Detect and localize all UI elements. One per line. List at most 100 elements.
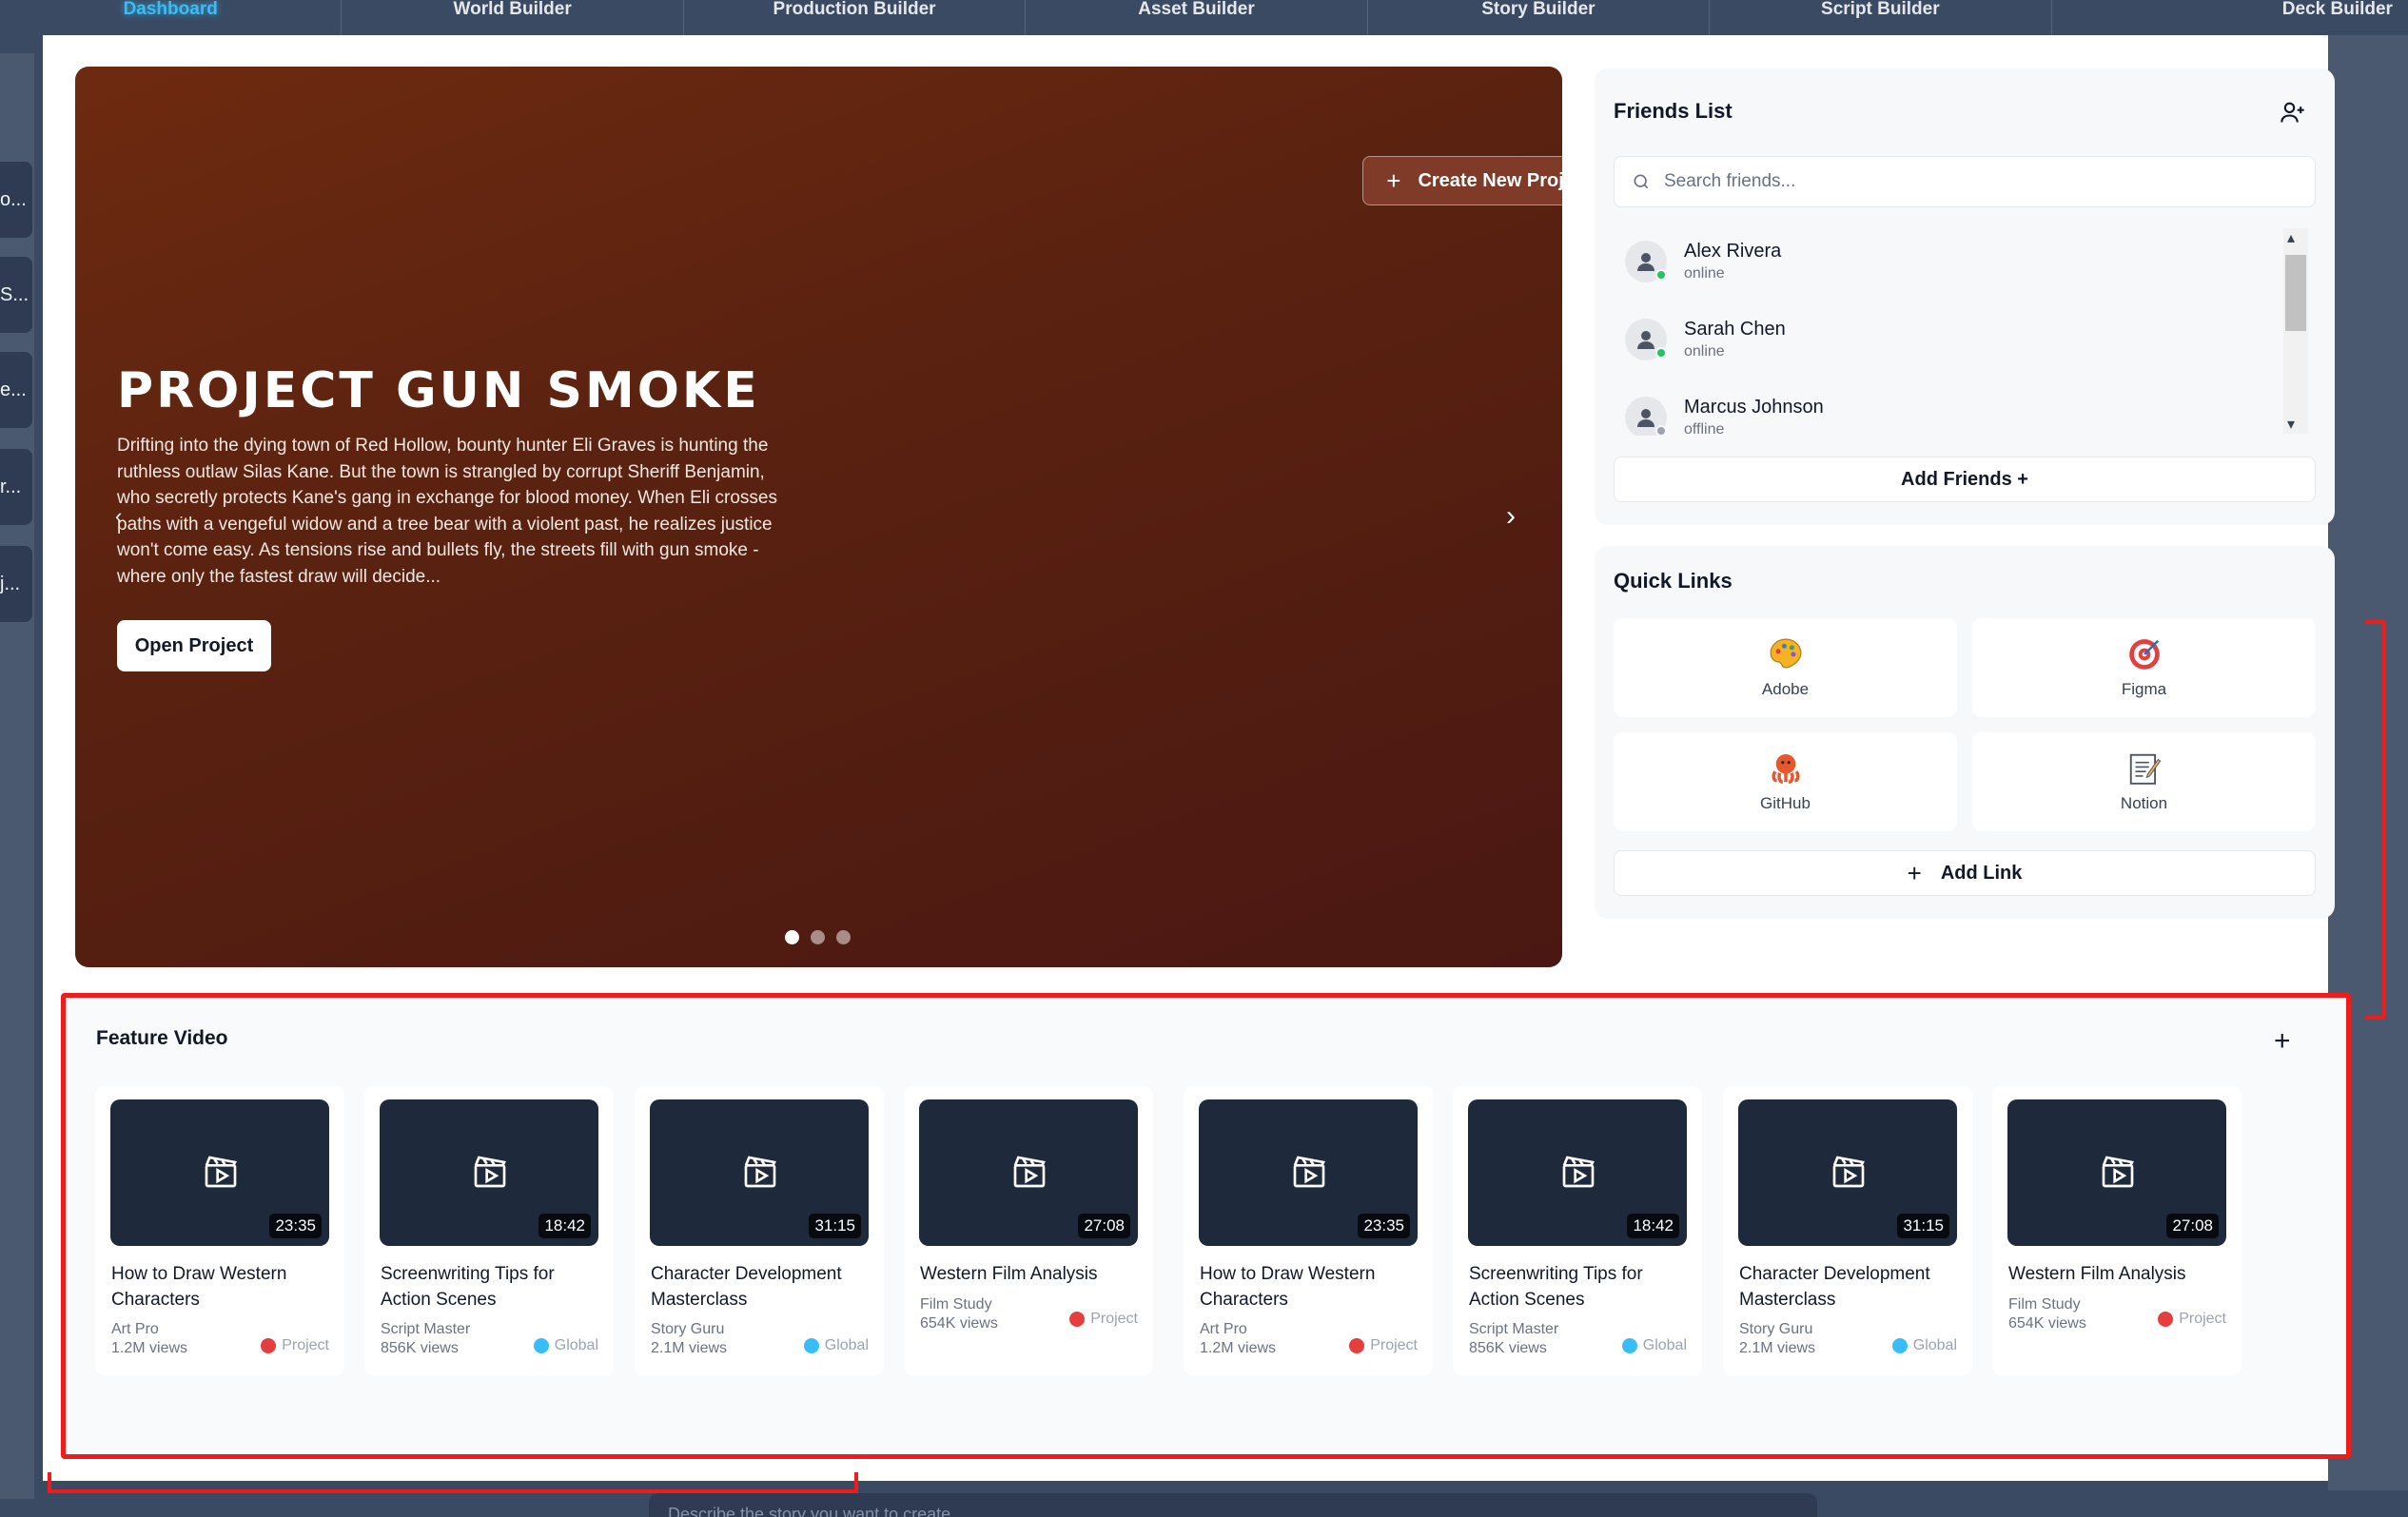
video-author: Story Guru <box>651 1321 725 1337</box>
tab-dashboard[interactable]: Dashboard <box>0 0 343 35</box>
video-duration: 27:08 <box>1078 1214 1130 1238</box>
quick-link-label: Figma <box>2121 680 2167 698</box>
clapperboard-icon <box>1562 1156 1595 1188</box>
video-card[interactable]: 27:08 Western Film Analysis Film Study 654K… <box>1992 1086 2242 1375</box>
scroll-thumb[interactable] <box>2285 255 2306 331</box>
video-card[interactable]: 18:42 Screenwriting Tips for Action Scene… <box>1453 1086 1702 1375</box>
add-friends-button[interactable]: Add Friends + <box>1614 457 2316 502</box>
video-thumbnail[interactable]: 31:15 <box>1738 1099 1957 1246</box>
friends-card: Friends List Alex Rivera online Sa <box>1595 68 2335 525</box>
clapperboard-icon <box>474 1156 506 1188</box>
plus-icon: + <box>1907 858 1922 887</box>
video-tag-label: Project <box>2179 1311 2226 1327</box>
video-author: Art Pro <box>1200 1321 1247 1337</box>
target-icon <box>1349 1338 1365 1353</box>
offline-status-dot <box>1655 425 1667 436</box>
sidebar-item-4[interactable]: r... <box>0 449 32 525</box>
video-thumbnail[interactable]: 18:42 <box>380 1099 598 1246</box>
video-tag-label: Project <box>1090 1311 1138 1327</box>
highlight-outline <box>48 1472 858 1493</box>
friends-title: Friends List <box>1614 99 1733 123</box>
carousel-dot-2[interactable] <box>811 930 825 944</box>
video-thumbnail[interactable]: 23:35 <box>1199 1099 1418 1246</box>
video-thumbnail[interactable]: 31:15 <box>650 1099 869 1246</box>
user-icon <box>1637 331 1654 349</box>
friend-name: Alex Rivera <box>1684 241 1782 262</box>
friend-list: Alex Rivera online Sarah Chen online Mar… <box>1614 228 2316 436</box>
video-title[interactable]: Character Development Masterclass <box>1739 1261 1958 1313</box>
carousel-dot-1[interactable] <box>785 930 799 944</box>
sidebar-item-3[interactable]: e... <box>0 352 32 428</box>
scroll-down-icon[interactable]: ▾ <box>2287 415 2295 434</box>
video-author: Story Guru <box>1739 1321 1813 1337</box>
video-thumbnail[interactable]: 23:35 <box>110 1099 329 1246</box>
video-title[interactable]: Western Film Analysis <box>920 1261 1139 1287</box>
globe-icon <box>1621 1338 1637 1353</box>
chevron-left-icon[interactable]: ‹ <box>115 504 122 529</box>
video-card[interactable]: 27:08 Western Film Analysis Film Study 654K… <box>904 1086 1153 1375</box>
video-duration: 31:15 <box>809 1214 861 1238</box>
friend-item[interactable]: Marcus Johnson offline <box>1625 389 2196 436</box>
sidebar-item-1[interactable]: o... <box>0 162 32 238</box>
video-card[interactable]: 23:35 How to Draw Western Characters Art P… <box>95 1086 344 1375</box>
scroll-up-icon[interactable]: ▴ <box>2287 228 2295 247</box>
video-duration: 18:42 <box>538 1214 591 1238</box>
tab-script-builder[interactable]: Script Builder <box>1710 0 2052 35</box>
video-views: 1.2M views <box>1200 1340 1277 1356</box>
video-title[interactable]: Screenwriting Tips for Action Scenes <box>381 1261 599 1313</box>
video-card[interactable]: 18:42 Screenwriting Tips for Action Scene… <box>364 1086 614 1375</box>
video-title[interactable]: How to Draw Western Characters <box>1200 1261 1419 1313</box>
video-thumbnail[interactable]: 27:08 <box>2007 1099 2226 1246</box>
tab-production-builder[interactable]: Production Builder <box>684 0 1027 35</box>
carousel-dot-3[interactable] <box>836 930 851 944</box>
friend-name: Sarah Chen <box>1684 319 1786 340</box>
target-icon <box>2158 1312 2174 1327</box>
video-card[interactable]: 31:15 Character Development Masterclass St… <box>635 1086 884 1375</box>
tab-story-builder[interactable]: Story Builder <box>1368 0 1711 35</box>
clapperboard-icon <box>1832 1156 1865 1188</box>
sidebar-item-2[interactable]: S... <box>0 257 32 333</box>
tab-deck-builder[interactable]: Deck Builder <box>2052 0 2408 35</box>
video-views: 654K views <box>2008 1315 2086 1332</box>
online-status-dot <box>1655 347 1667 359</box>
add-link-button[interactable]: + Add Link <box>1614 850 2316 896</box>
video-title[interactable]: Western Film Analysis <box>2008 1261 2227 1287</box>
quick-link-github[interactable]: GitHub <box>1614 732 1957 831</box>
search-friends-input[interactable] <box>1664 171 2273 192</box>
tab-world-builder[interactable]: World Builder <box>342 0 684 35</box>
video-card[interactable]: 31:15 Character Development Masterclass St… <box>1723 1086 1972 1375</box>
open-project-button[interactable]: Open Project <box>117 620 271 671</box>
quick-link-label: Notion <box>2120 794 2168 812</box>
search-friends[interactable] <box>1614 156 2316 207</box>
video-views: 654K views <box>920 1315 998 1332</box>
clapperboard-icon <box>744 1156 776 1188</box>
friends-scrollbar[interactable]: ▴ ▾ <box>2283 228 2308 434</box>
video-duration: 23:35 <box>269 1214 322 1238</box>
chevron-right-icon[interactable]: › <box>1506 500 1516 533</box>
quick-link-adobe[interactable]: Adobe <box>1614 618 1957 717</box>
video-title[interactable]: Character Development Masterclass <box>651 1261 870 1313</box>
friend-status: online <box>1684 343 1725 360</box>
video-card[interactable]: 23:35 How to Draw Western Characters Art P… <box>1184 1086 1433 1375</box>
avatar <box>1625 319 1667 360</box>
quick-link-label: GitHub <box>1760 794 1811 812</box>
create-project-button[interactable]: + Create New Project <box>1362 156 1562 205</box>
create-project-label: Create New Project <box>1418 169 1562 191</box>
feature-video-title: Feature Video <box>96 1027 228 1049</box>
video-thumbnail[interactable]: 27:08 <box>919 1099 1138 1246</box>
quick-link-notion[interactable]: Notion <box>1972 732 2316 831</box>
video-thumbnail[interactable]: 18:42 <box>1468 1099 1687 1246</box>
friend-item[interactable]: Sarah Chen online <box>1625 311 2196 368</box>
add-video-icon[interactable]: + <box>2274 1025 2291 1058</box>
add-friend-icon[interactable] <box>2280 99 2306 126</box>
video-title[interactable]: How to Draw Western Characters <box>111 1261 330 1313</box>
quick-link-figma[interactable]: Figma <box>1972 618 2316 717</box>
video-title[interactable]: Screenwriting Tips for Action Scenes <box>1469 1261 1688 1313</box>
add-link-label: Add Link <box>1940 862 2023 884</box>
tab-asset-builder[interactable]: Asset Builder <box>1026 0 1368 35</box>
story-prompt-input[interactable]: Describe the story you want to create... <box>649 1493 1817 1517</box>
hero-carousel: + Create New Project PROJECT GUN SMOKE D… <box>75 67 1562 967</box>
friend-item[interactable]: Alex Rivera online <box>1625 233 2196 290</box>
clapperboard-icon <box>205 1156 237 1188</box>
sidebar-item-5[interactable]: j... <box>0 546 32 622</box>
